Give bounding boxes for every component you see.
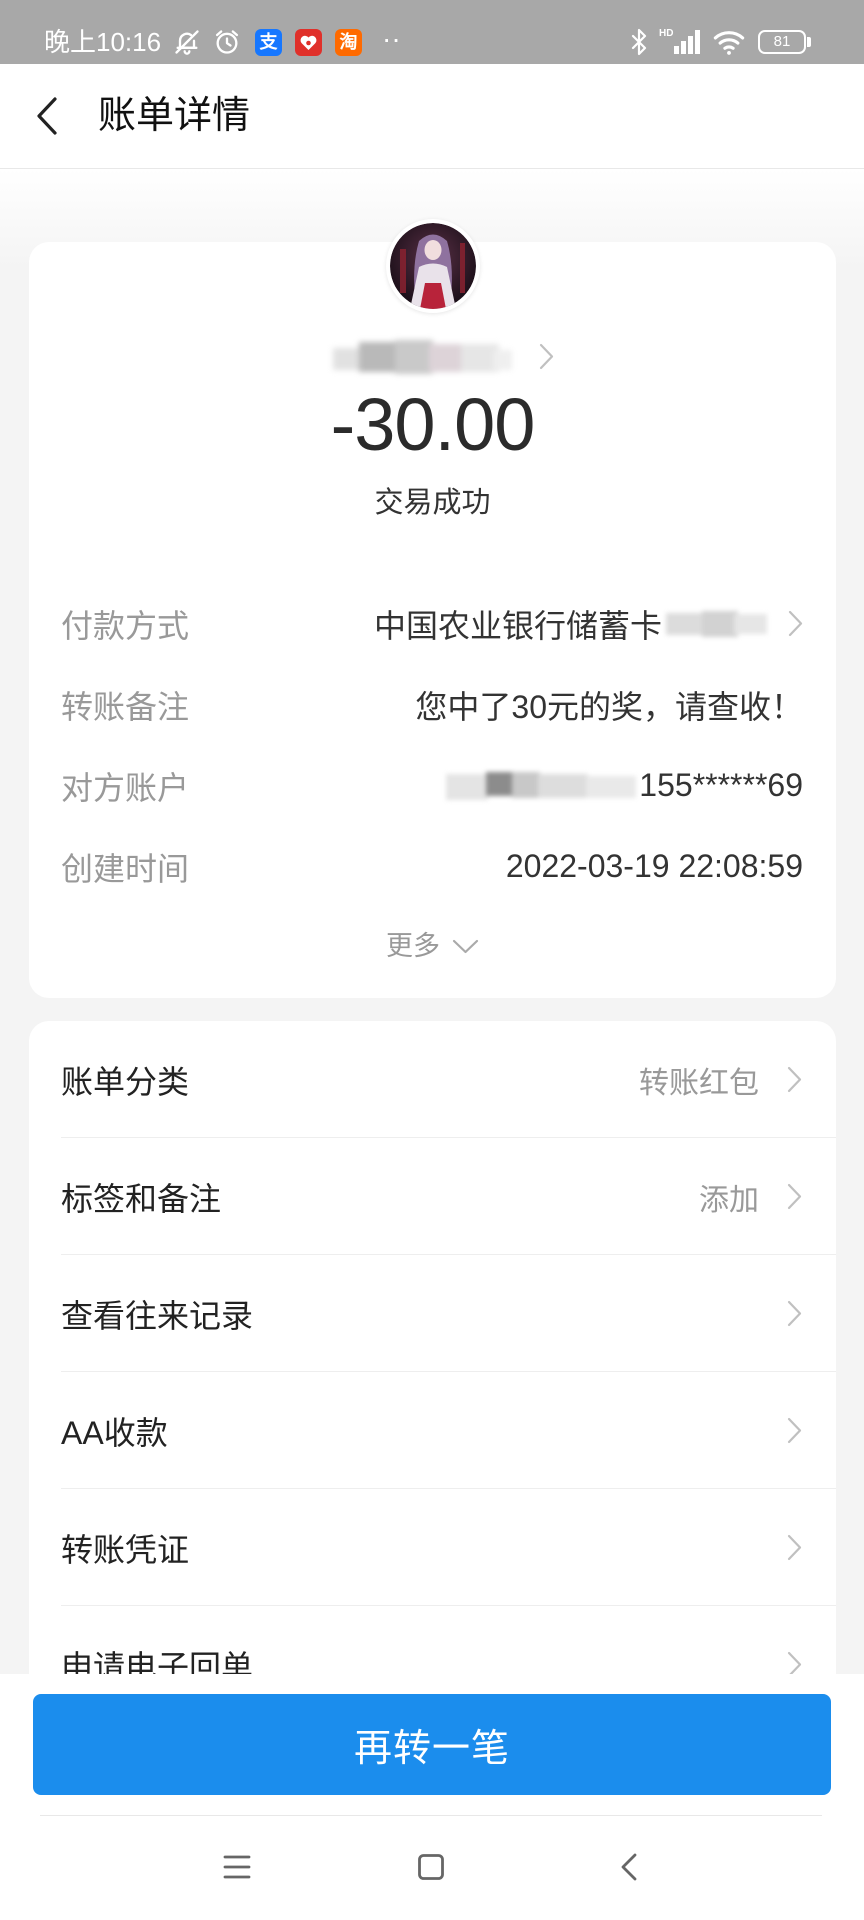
bottom-action-bar: 再转一笔	[0, 1674, 864, 1920]
masked-counterparty-name	[333, 338, 512, 376]
menu-row-tags-notes[interactable]: 标签和备注 添加	[29, 1138, 836, 1255]
detail-label: 付款方式	[61, 607, 190, 644]
chevron-right-icon	[787, 1534, 802, 1561]
more-notifications-indicator: ··	[382, 23, 401, 54]
bell-off-icon	[173, 28, 201, 56]
chevron-right-icon	[787, 1066, 802, 1093]
screen: 晚上10:16 支 淘 ·· HD 81 账单详情 -30.00 交易成功 付款…	[0, 0, 864, 1920]
menu-label: 标签和备注	[61, 1180, 222, 1217]
divider	[40, 1815, 822, 1816]
chevron-right-icon	[787, 1417, 802, 1444]
transaction-amount: -30.00	[330, 383, 536, 466]
signal-icon: HD	[658, 26, 704, 56]
menu-row-transaction-history[interactable]: 查看往来记录	[29, 1255, 836, 1372]
more-button[interactable]: 更多	[29, 926, 836, 966]
home-icon[interactable]	[416, 1852, 446, 1882]
transfer-again-button[interactable]: 再转一笔	[33, 1694, 831, 1795]
detail-value: 2022-03-19 22:08:59	[505, 848, 803, 884]
menu-row-transfer-receipt[interactable]: 转账凭证	[29, 1489, 836, 1606]
back-icon[interactable]	[615, 1852, 645, 1882]
chevron-right-icon	[787, 1183, 802, 1210]
menu-row-bill-category[interactable]: 账单分类 转账红包	[29, 1021, 836, 1138]
alipay-app-icon: 支	[255, 29, 282, 56]
detail-value-group: 中国农业银行储蓄卡	[374, 601, 803, 647]
status-bar: 晚上10:16 支 淘 ·· HD 81	[0, 0, 864, 64]
menu-right: 添加	[699, 1175, 802, 1219]
battery-icon: 81	[758, 30, 806, 54]
network-label: HD	[659, 28, 673, 39]
transaction-status: 交易成功	[374, 487, 491, 519]
detail-label: 对方账户	[61, 769, 190, 806]
chevron-left-icon	[37, 97, 57, 135]
bill-summary-card: -30.00 交易成功 付款方式 中国农业银行储蓄卡 转账备注 您中了30元的奖…	[29, 219, 836, 998]
more-label: 更多	[386, 931, 440, 961]
menu-value: 转账红包	[639, 1066, 759, 1100]
header: 账单详情	[0, 64, 864, 169]
detail-row-payment-method[interactable]: 付款方式 中国农业银行储蓄卡	[29, 583, 836, 664]
detail-row-counterparty-account: 对方账户 155******69	[29, 745, 836, 826]
detail-row-created-time: 创建时间 2022-03-19 22:08:59	[29, 826, 836, 907]
detail-value-group: 155******69	[446, 766, 803, 806]
menu-label: 转账凭证	[61, 1531, 190, 1568]
bluetooth-icon	[626, 28, 652, 56]
detail-label: 转账备注	[61, 688, 190, 725]
chevron-down-icon	[452, 939, 479, 954]
wifi-icon	[711, 27, 747, 57]
menu-right: 转账红包	[639, 1058, 802, 1102]
menu-value: 添加	[699, 1183, 759, 1217]
detail-value: 中国农业银行储蓄卡	[373, 607, 662, 644]
page-title: 账单详情	[98, 95, 251, 137]
detail-row-transfer-note: 转账备注 您中了30元的奖，请查收！	[29, 664, 836, 745]
battery-nub	[807, 37, 811, 47]
menu-row-aa-collection[interactable]: AA收款	[29, 1372, 836, 1489]
menu-icon[interactable]	[222, 1852, 252, 1882]
back-button[interactable]	[34, 96, 60, 136]
menu-label: 查看往来记录	[61, 1297, 254, 1334]
masked-account-prefix	[446, 766, 639, 806]
chevron-right-icon	[539, 343, 554, 370]
detail-value: 155******69	[639, 767, 803, 803]
alarm-icon	[213, 28, 241, 56]
menu-label: 账单分类	[61, 1063, 190, 1100]
masked-card-number	[662, 609, 767, 639]
avatar[interactable]	[386, 219, 480, 313]
chevron-right-icon	[787, 1300, 802, 1327]
detail-value: 您中了30元的奖，请查收！	[415, 688, 803, 725]
chevron-right-icon	[788, 610, 803, 637]
menu-label: AA收款	[61, 1414, 168, 1451]
status-time: 晚上10:16	[44, 27, 162, 57]
detail-label: 创建时间	[61, 850, 190, 887]
counterparty-link[interactable]	[329, 334, 559, 380]
red-app-icon	[295, 29, 322, 56]
transaction-details: 付款方式 中国农业银行储蓄卡 转账备注 您中了30元的奖，请查收！ 对方账户 1…	[29, 583, 836, 907]
taobao-app-icon: 淘	[335, 29, 362, 56]
bill-actions-card: 账单分类 转账红包 标签和备注 添加 查看往来记录 AA收款 转账凭证 申请电子…	[29, 1021, 836, 1781]
